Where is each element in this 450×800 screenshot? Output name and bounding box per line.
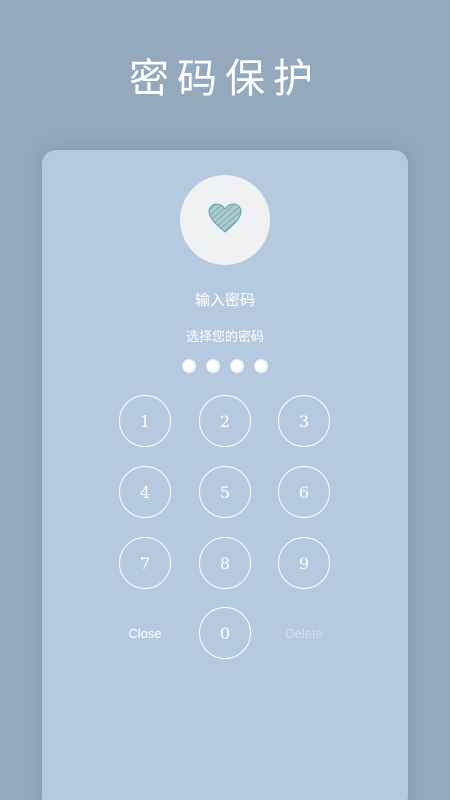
- pin-dot: [254, 359, 268, 373]
- key-7[interactable]: 7: [119, 537, 171, 589]
- close-button[interactable]: Close: [109, 626, 181, 641]
- enter-password-heading: 输入密码: [194, 291, 255, 309]
- pin-dot: [206, 359, 220, 373]
- pin-dot: [182, 359, 196, 373]
- heart-icon: [208, 203, 242, 237]
- key-9[interactable]: 9: [278, 537, 330, 589]
- app-screen: 密码保护 输入密码 选择您的密码 1 2 3 4 5 6 7 8 9 Close…: [0, 0, 450, 800]
- key-5[interactable]: 5: [199, 466, 251, 518]
- lock-screen-card: 输入密码 选择您的密码 1 2 3 4 5 6 7 8 9 Close 0 De…: [42, 150, 408, 800]
- key-1[interactable]: 1: [119, 395, 171, 447]
- key-4[interactable]: 4: [119, 466, 171, 518]
- key-3[interactable]: 3: [278, 395, 330, 447]
- key-6[interactable]: 6: [278, 466, 330, 518]
- delete-button[interactable]: Delete: [268, 626, 340, 641]
- pin-dot: [230, 359, 244, 373]
- choose-password-subheading: 选择您的密码: [185, 330, 264, 345]
- avatar: [180, 175, 270, 265]
- key-8[interactable]: 8: [199, 537, 251, 589]
- pin-indicator: [42, 359, 408, 373]
- key-2[interactable]: 2: [199, 395, 251, 447]
- banner-title: 密码保护: [129, 56, 321, 102]
- key-0[interactable]: 0: [199, 607, 251, 659]
